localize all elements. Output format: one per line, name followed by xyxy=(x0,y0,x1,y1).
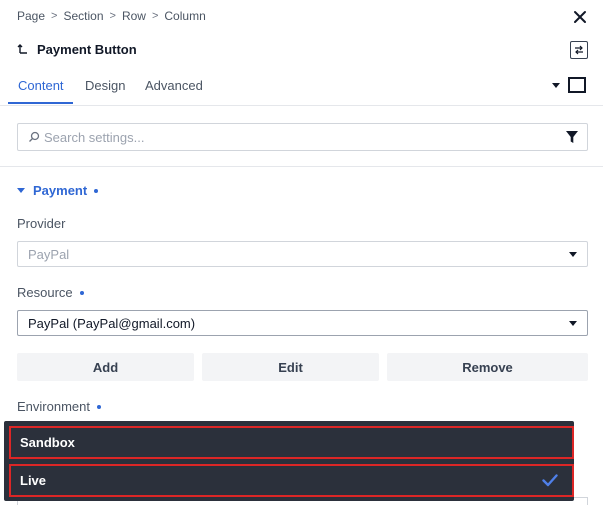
caret-down-icon xyxy=(552,82,560,88)
remove-button[interactable]: Remove xyxy=(387,353,588,381)
filter-icon[interactable] xyxy=(566,131,578,144)
tab-design[interactable]: Design xyxy=(85,78,125,102)
modified-dot-icon xyxy=(94,188,99,193)
search-icon xyxy=(29,131,40,142)
close-icon[interactable] xyxy=(571,8,589,26)
compare-icon[interactable] xyxy=(570,41,588,59)
tab-content[interactable]: Content xyxy=(8,78,73,104)
resource-label: Resource xyxy=(17,285,84,300)
chevron-right-icon: > xyxy=(151,10,159,22)
breadcrumb: Page > Section > Row > Column xyxy=(17,9,206,23)
tab-bar: Content Design Advanced xyxy=(0,70,603,106)
caret-down-icon xyxy=(17,188,25,193)
resource-select[interactable]: PayPal (PayPal@gmail.com) xyxy=(17,310,588,336)
environment-label-text: Environment xyxy=(17,399,90,414)
section-payment-toggle[interactable]: Payment xyxy=(17,183,99,198)
option-label: Sandbox xyxy=(20,435,75,450)
resource-value: PayPal (PayPal@gmail.com) xyxy=(28,315,196,331)
section-title: Payment xyxy=(33,183,88,198)
caret-down-icon xyxy=(569,321,577,326)
provider-select[interactable]: PayPal xyxy=(17,241,588,267)
add-button[interactable]: Add xyxy=(17,353,194,381)
caret-down-icon xyxy=(569,252,577,257)
divider xyxy=(0,166,603,167)
environment-dropdown: Sandbox Live xyxy=(4,421,574,501)
modified-dot-icon xyxy=(79,290,84,295)
resource-label-text: Resource xyxy=(17,285,73,300)
tab-advanced[interactable]: Advanced xyxy=(145,78,203,102)
provider-value: PayPal xyxy=(28,246,70,262)
responsive-mode-toggle[interactable] xyxy=(552,77,586,93)
back-arrow-icon[interactable] xyxy=(17,43,29,56)
environment-label: Environment xyxy=(17,399,101,414)
option-live[interactable]: Live xyxy=(9,464,574,497)
desktop-icon xyxy=(568,77,586,93)
chevron-right-icon: > xyxy=(51,10,58,22)
provider-label: Provider xyxy=(17,216,65,231)
panel-header: Payment Button xyxy=(17,42,137,57)
option-sandbox[interactable]: Sandbox xyxy=(9,426,574,459)
breadcrumb-item-section[interactable]: Section xyxy=(63,9,103,23)
panel-title: Payment Button xyxy=(37,42,137,57)
search-input[interactable] xyxy=(44,129,587,145)
check-icon xyxy=(542,474,558,487)
provider-label-text: Provider xyxy=(17,216,66,231)
search-settings[interactable] xyxy=(17,123,588,151)
breadcrumb-item-page[interactable]: Page xyxy=(17,9,45,23)
breadcrumb-item-column[interactable]: Column xyxy=(164,9,205,23)
breadcrumb-item-row[interactable]: Row xyxy=(122,9,146,23)
edit-button[interactable]: Edit xyxy=(202,353,379,381)
modified-dot-icon xyxy=(96,404,101,409)
chevron-right-icon: > xyxy=(109,10,116,22)
option-label: Live xyxy=(20,473,47,488)
